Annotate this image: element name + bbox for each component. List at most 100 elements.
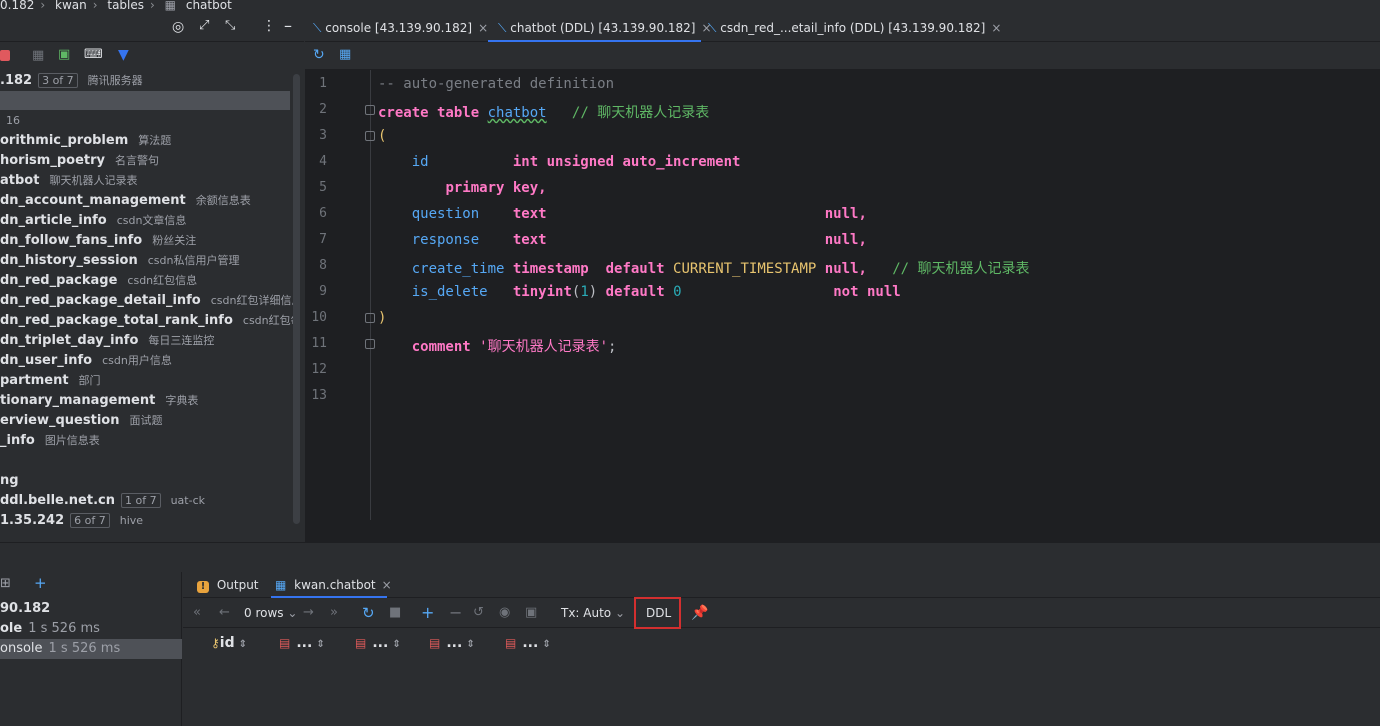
sort-icon[interactable]: ⇕: [392, 639, 400, 650]
save-icon[interactable]: ▣: [525, 598, 537, 628]
rows-dropdown[interactable]: 0 rows ⌄: [244, 598, 297, 628]
last-page-icon[interactable]: »: [330, 598, 338, 628]
tree-count-row[interactable]: 16: [6, 111, 296, 131]
expand-icon[interactable]: ⤢: [199, 18, 209, 33]
pin-icon[interactable]: 📌: [691, 598, 708, 628]
table-view-icon[interactable]: ▦: [32, 48, 44, 63]
collapse-icon[interactable]: ⤡: [225, 18, 235, 33]
rows-label: 0 rows: [244, 606, 284, 620]
edit-data-icon[interactable]: ▣: [58, 47, 70, 62]
fold-icon[interactable]: [365, 131, 375, 141]
next-page-icon[interactable]: →: [303, 598, 314, 628]
code-number: 0: [673, 284, 682, 300]
add-row-icon[interactable]: +: [421, 598, 434, 628]
table-item[interactable]: tionary_management 字典表: [0, 391, 300, 411]
table-item[interactable]: partment 部门: [0, 371, 300, 391]
panel-divider[interactable]: [0, 542, 1380, 572]
prev-page-icon[interactable]: ←: [219, 598, 230, 628]
host-comment: uat-ck: [170, 494, 205, 507]
sort-icon[interactable]: ⇕: [239, 639, 247, 650]
table-item[interactable]: dn_follow_fans_info 粉丝关注: [0, 231, 300, 251]
refresh-icon[interactable]: ↻: [313, 47, 325, 63]
breadcrumb-host[interactable]: 0.182: [0, 0, 34, 11]
revert-icon[interactable]: ↺: [473, 598, 484, 628]
code-editor[interactable]: [305, 70, 1380, 542]
breadcrumb-table[interactable]: chatbot: [186, 0, 232, 11]
session-time: 1 s 526 ms: [28, 621, 100, 636]
fold-icon[interactable]: [365, 339, 375, 349]
remove-row-icon[interactable]: −: [449, 598, 462, 628]
table-item[interactable]: dn_history_session csdn私信用户管理: [0, 251, 300, 271]
more-options-icon[interactable]: ⋮: [262, 18, 276, 34]
code-keyword: default: [605, 261, 665, 277]
tab-kwan-chatbot[interactable]: ▦ kwan.chatbot ×: [271, 572, 392, 598]
fold-icon[interactable]: [365, 105, 375, 115]
breadcrumb-db[interactable]: kwan: [55, 0, 87, 11]
code-line-11: comment '聊天机器人记录表';: [378, 336, 617, 356]
tab-label: chatbot (DDL) [43.139.90.182]: [510, 21, 696, 35]
tree-scrollbar[interactable]: [293, 74, 300, 524]
table-item[interactable]: dn_article_info csdn文章信息: [0, 211, 300, 231]
close-icon[interactable]: ×: [991, 21, 1001, 35]
table-item[interactable]: orithmic_problem 算法题: [0, 131, 300, 151]
tab-console[interactable]: ⟍ console [43.139.90.182] ×: [313, 14, 489, 42]
host-item[interactable]: ddl.belle.net.cn 1 of 7 uat-ck: [0, 491, 300, 511]
close-icon[interactable]: ×: [382, 578, 392, 592]
column-header[interactable]: ▤... ⇕: [429, 630, 475, 656]
stop-icon[interactable]: ■: [389, 598, 401, 628]
session-item-selected[interactable]: onsole 1 s 526 ms: [0, 639, 182, 659]
code-column: question: [411, 206, 480, 222]
console-icon[interactable]: ⌨: [84, 47, 103, 62]
table-name: tionary_management: [0, 393, 156, 408]
column-header[interactable]: ▤... ⇕: [279, 630, 325, 656]
session-item[interactable]: 90.182: [0, 599, 182, 619]
table-item[interactable]: atbot 聊天机器人记录表: [0, 171, 300, 191]
refresh-icon[interactable]: ↻: [362, 598, 375, 628]
minimize-icon[interactable]: –: [284, 16, 292, 35]
table-item[interactable]: dn_user_info csdn用户信息: [0, 351, 300, 371]
tree-selected-row[interactable]: [0, 91, 290, 110]
table-item[interactable]: dn_account_management 余额信息表: [0, 191, 300, 211]
tx-dropdown[interactable]: Tx: Auto ⌄: [561, 598, 625, 628]
column-icon: ▤: [355, 636, 367, 650]
code-type: tinyint: [512, 284, 572, 300]
filter-icon[interactable]: ▼: [118, 47, 129, 63]
table-item[interactable]: dn_triplet_day_info 每日三连监控: [0, 331, 300, 351]
table-icon[interactable]: ▦: [339, 47, 351, 62]
host-item[interactable]: 1.35.242 6 of 7 hive: [0, 511, 300, 531]
table-item[interactable]: horism_poetry 名言警句: [0, 151, 300, 171]
add-session-icon[interactable]: ⊞: [0, 576, 11, 591]
add-icon[interactable]: +: [34, 574, 47, 592]
table-item[interactable]: _info 图片信息表: [0, 431, 300, 451]
host-item[interactable]: ng: [0, 471, 300, 491]
stop-icon[interactable]: [0, 50, 10, 61]
tables-count: 16: [6, 114, 20, 127]
column-header-id[interactable]: ⚷id ⇕: [211, 630, 247, 656]
table-item[interactable]: dn_red_package_detail_info csdn红包详细信息: [0, 291, 300, 311]
column-header[interactable]: ▤... ⇕: [505, 630, 551, 656]
tab-csdn-ddl[interactable]: ⟍ csdn_red_...etail_info (DDL) [43.139.9…: [708, 14, 1001, 42]
editor-toolbar: ↻ ▦: [305, 42, 1380, 70]
breadcrumb-folder[interactable]: tables: [107, 0, 144, 11]
session-item[interactable]: ole 1 s 526 ms: [0, 619, 182, 639]
sort-icon[interactable]: ⇕: [466, 639, 474, 650]
code-comment: // 聊天机器人记录表: [571, 105, 710, 121]
sort-icon[interactable]: ⇕: [316, 639, 324, 650]
host-comment: 腾讯服务器: [87, 74, 143, 87]
results-toolbar: « ← 0 rows ⌄ → » ↻ ■ + − ↺ ◉ ▣ Tx: Auto …: [183, 598, 1380, 628]
tab-output[interactable]: ! Output: [197, 572, 269, 598]
close-icon[interactable]: ×: [478, 21, 488, 35]
tree-host-row[interactable]: .182 3 of 7 腾讯服务器: [0, 71, 300, 91]
eye-icon[interactable]: ◉: [499, 598, 510, 628]
first-page-icon[interactable]: «: [193, 598, 201, 628]
column-header[interactable]: ▤... ⇕: [355, 630, 401, 656]
code-keyword: create table: [378, 105, 480, 121]
fold-icon[interactable]: [365, 313, 375, 323]
table-icon: ▦: [275, 578, 287, 592]
tab-chatbot-ddl[interactable]: ⟍ chatbot (DDL) [43.139.90.182] ×: [488, 14, 712, 42]
table-item[interactable]: dn_red_package_total_rank_info csdn红包每天扫: [0, 311, 300, 331]
table-item[interactable]: dn_red_package csdn红包信息: [0, 271, 300, 291]
sort-icon[interactable]: ⇕: [542, 639, 550, 650]
target-icon[interactable]: ◎: [172, 19, 184, 35]
table-item[interactable]: erview_question 面试题: [0, 411, 300, 431]
